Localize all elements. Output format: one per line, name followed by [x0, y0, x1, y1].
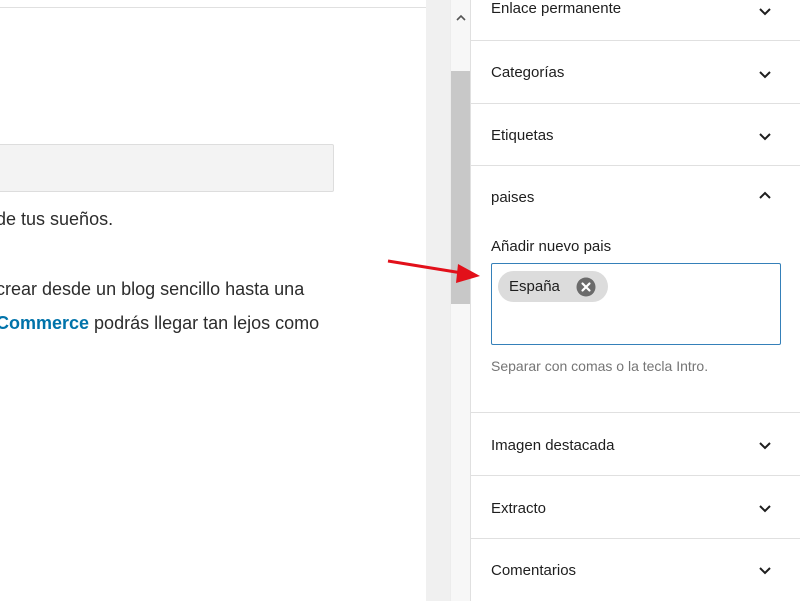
panel-title[interactable]: Categorías: [491, 64, 564, 81]
paragraph-line[interactable]: de tus sueños.: [0, 209, 113, 230]
panel-extracto[interactable]: Extracto: [471, 476, 800, 539]
panel-comentarios[interactable]: Comentarios: [471, 539, 800, 601]
add-pais-label: Añadir nuevo pais: [491, 238, 612, 255]
editor-gutter: [426, 0, 450, 601]
divider: [0, 7, 426, 8]
editor-input-block[interactable]: [0, 144, 334, 192]
editor-canvas: de tus sueños. crear desde un blog senci…: [0, 0, 426, 601]
paragraph-text: podrás llegar tan lejos como: [89, 313, 320, 333]
panel-enlace-permanente[interactable]: Enlace permanente: [471, 0, 800, 41]
scrollbar-thumb[interactable]: [451, 71, 470, 304]
panel-title[interactable]: Etiquetas: [491, 127, 554, 144]
panel-etiquetas[interactable]: Etiquetas: [471, 104, 800, 166]
paragraph-line[interactable]: Commerce podrás llegar tan lejos como: [0, 313, 319, 334]
help-text: Separar con comas o la tecla Intro.: [491, 358, 709, 374]
panel-title[interactable]: paises: [491, 189, 534, 206]
settings-sidebar: Enlace permanente Categorías Etiquetas p…: [470, 0, 800, 601]
panel-title[interactable]: Enlace permanente: [491, 0, 621, 17]
token-label: España: [509, 278, 560, 295]
panel-title[interactable]: Imagen destacada: [491, 437, 614, 454]
panel-imagen-destacada[interactable]: Imagen destacada: [471, 413, 800, 476]
panel-title[interactable]: Extracto: [491, 500, 546, 517]
paragraph-link[interactable]: Commerce: [0, 313, 89, 333]
chevron-down-icon[interactable]: [757, 128, 773, 144]
chevron-down-icon[interactable]: [757, 562, 773, 578]
scroll-up-icon[interactable]: [451, 8, 471, 28]
remove-token-icon[interactable]: [576, 277, 596, 297]
chevron-down-icon[interactable]: [757, 500, 773, 516]
panel-title[interactable]: Comentarios: [491, 562, 576, 579]
chevron-down-icon[interactable]: [757, 3, 773, 19]
chevron-up-icon[interactable]: [757, 188, 773, 204]
token-espana: España: [498, 271, 608, 302]
chevron-down-icon[interactable]: [757, 66, 773, 82]
chevron-down-icon[interactable]: [757, 437, 773, 453]
panel-categorias[interactable]: Categorías: [471, 41, 800, 104]
paragraph-line[interactable]: crear desde un blog sencillo hasta una: [0, 279, 304, 300]
scrollbar[interactable]: [450, 0, 470, 601]
pais-token-input[interactable]: España: [491, 263, 781, 345]
